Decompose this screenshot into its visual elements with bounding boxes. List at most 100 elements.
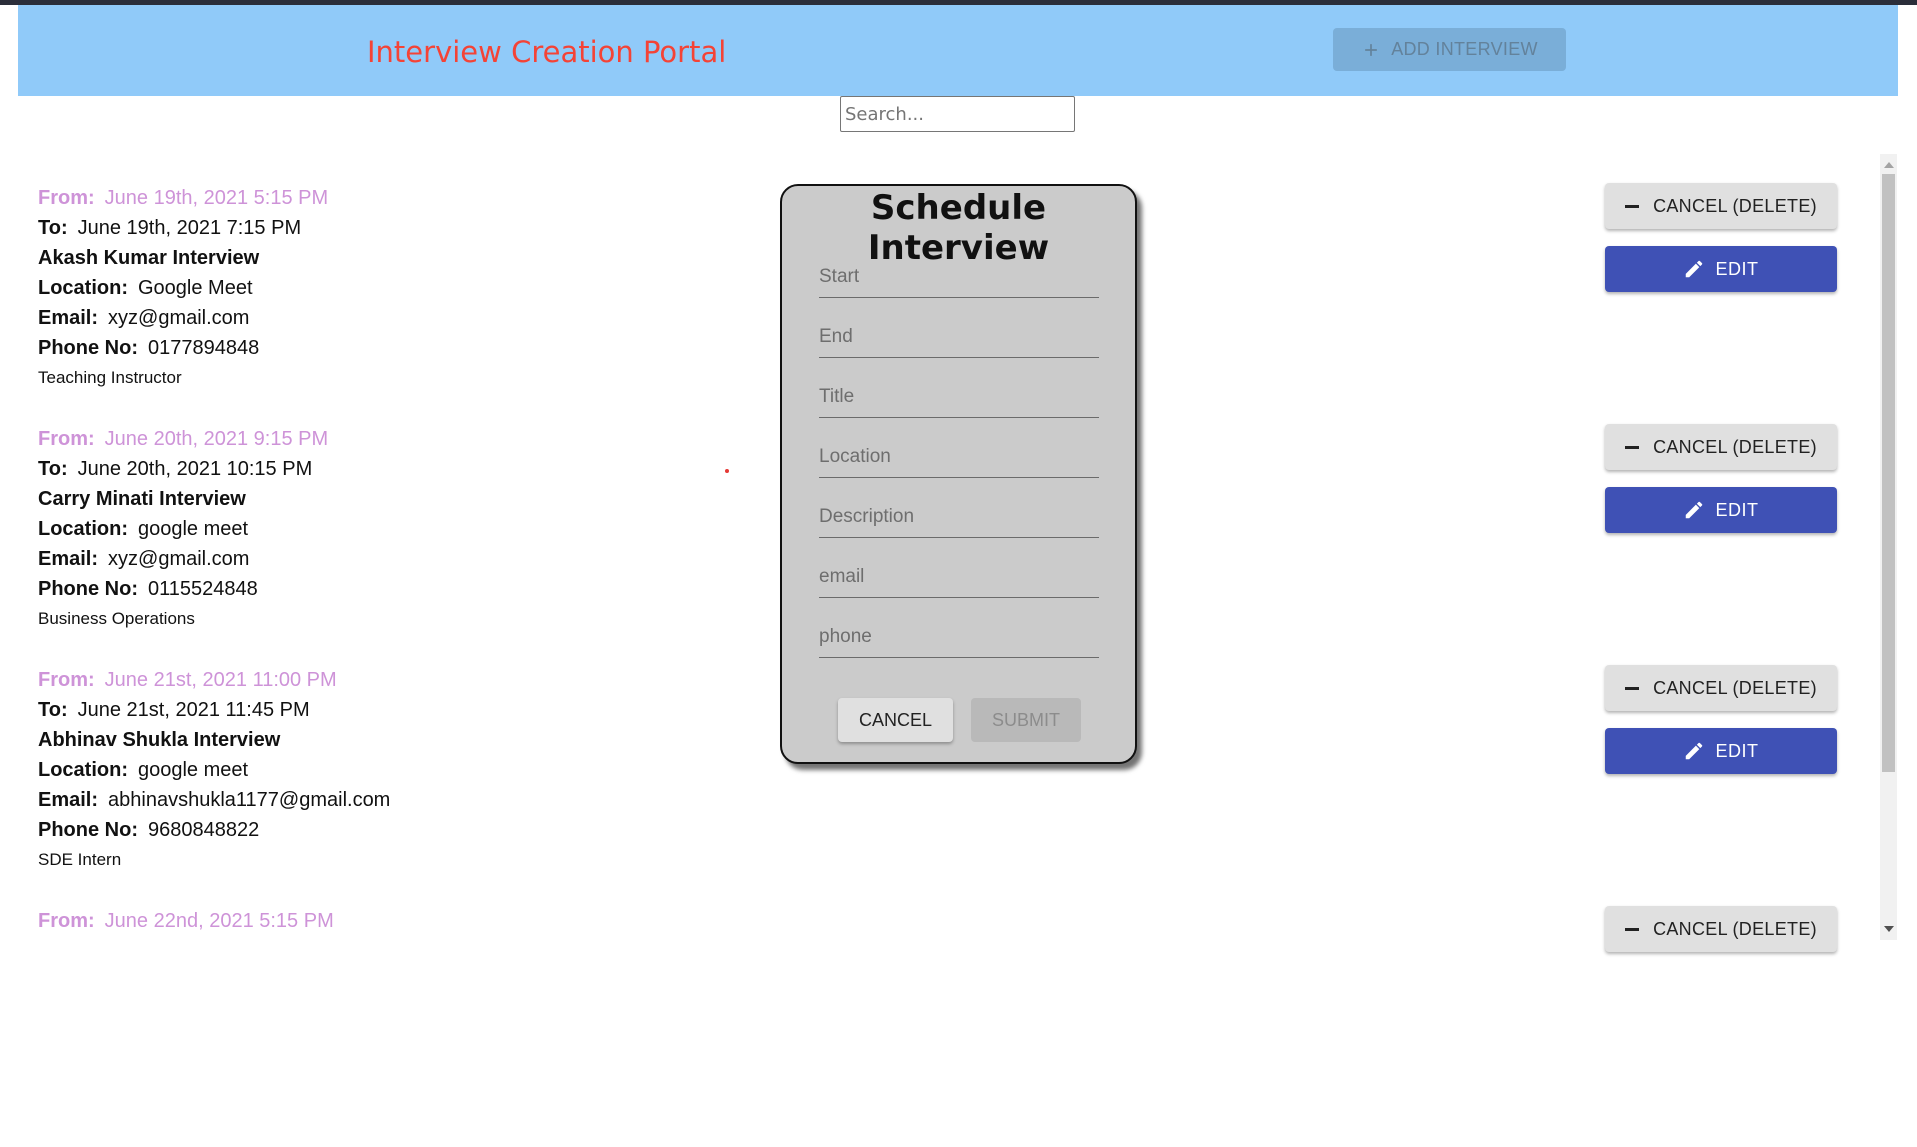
- end-placeholder: End: [819, 326, 853, 347]
- cancel-delete-button[interactable]: CANCEL (DELETE): [1605, 665, 1837, 711]
- interview-to: To: June 19th, 2021 7:15 PM: [38, 213, 638, 243]
- cancel-delete-button[interactable]: CANCEL (DELETE): [1605, 906, 1837, 952]
- edit-label: EDIT: [1715, 499, 1759, 520]
- cancel-delete-label: CANCEL (DELETE): [1653, 677, 1817, 698]
- location-label: Location:: [38, 759, 128, 781]
- cancel-delete-button[interactable]: CANCEL (DELETE): [1605, 424, 1837, 470]
- interview-email: Email: xyz@gmail.com: [38, 303, 638, 333]
- scroll-down-arrow-icon[interactable]: [1884, 926, 1894, 932]
- edit-button[interactable]: EDIT: [1605, 487, 1837, 533]
- description-field[interactable]: Description: [819, 501, 1099, 538]
- to-label: To:: [38, 217, 68, 239]
- to-value: June 20th, 2021 10:15 PM: [77, 458, 313, 480]
- plus-icon: [1365, 43, 1378, 56]
- search-input[interactable]: [840, 96, 1075, 132]
- to-value: June 19th, 2021 7:15 PM: [77, 217, 302, 239]
- edit-button[interactable]: EDIT: [1605, 246, 1837, 292]
- interview-from: From: June 21st, 2021 11:00 PM: [38, 665, 638, 695]
- interview-location: Location: Google Meet: [38, 273, 638, 303]
- interview-from: From: June 20th, 2021 9:15 PM: [38, 424, 638, 454]
- cancel-delete-label: CANCEL (DELETE): [1653, 918, 1817, 939]
- to-label: To:: [38, 458, 68, 480]
- description-placeholder: Description: [819, 506, 915, 527]
- to-value: June 21st, 2021 11:45 PM: [77, 699, 310, 721]
- scrollbar-thumb[interactable]: [1882, 174, 1895, 772]
- email-label: Email:: [38, 789, 99, 811]
- add-interview-button[interactable]: ADD INTERVIEW: [1333, 28, 1566, 71]
- phone-value: 0115524848: [148, 578, 258, 600]
- phone-value: 9680848822: [148, 819, 260, 841]
- interview-to: To: June 21st, 2021 11:45 PM: [38, 695, 638, 725]
- scrollbar[interactable]: [1880, 154, 1897, 940]
- phone-label: Phone No:: [38, 819, 138, 841]
- email-label: Email:: [38, 307, 99, 329]
- phone-value: 0177894848: [148, 337, 260, 359]
- scroll-up-arrow-icon[interactable]: [1884, 162, 1894, 168]
- from-label: From:: [38, 669, 95, 691]
- pencil-icon: [1686, 501, 1703, 519]
- location-label: Location:: [38, 277, 128, 299]
- interview-card: From: June 22nd, 2021 5:15 PM: [38, 906, 638, 1147]
- title-placeholder: Title: [819, 386, 855, 407]
- title-field[interactable]: Title: [819, 381, 1099, 418]
- interview-description: SDE Intern: [38, 850, 122, 869]
- from-value: June 22nd, 2021 5:15 PM: [104, 910, 334, 932]
- phone-label: Phone No:: [38, 578, 138, 600]
- minus-icon: [1625, 927, 1640, 931]
- edit-button[interactable]: EDIT: [1605, 728, 1837, 774]
- email-value: xyz@gmail.com: [108, 548, 250, 570]
- end-field[interactable]: End: [819, 321, 1099, 358]
- email-value: xyz@gmail.com: [108, 307, 250, 329]
- interview-description: Business Operations: [38, 609, 195, 628]
- location-value: google meet: [138, 518, 249, 540]
- edit-label: EDIT: [1715, 258, 1759, 279]
- pencil-icon: [1686, 742, 1703, 760]
- modal-cancel-button[interactable]: CANCEL: [838, 698, 953, 742]
- interview-title: Abhinav Shukla Interview: [38, 729, 281, 751]
- phone-placeholder: phone: [819, 626, 872, 647]
- interview-email: Email: xyz@gmail.com: [38, 544, 638, 574]
- location-field[interactable]: Location: [819, 441, 1099, 478]
- email-label: Email:: [38, 548, 99, 570]
- pencil-icon: [1686, 260, 1703, 278]
- start-field[interactable]: Start: [819, 261, 1099, 298]
- start-placeholder: Start: [819, 266, 860, 287]
- phone-label: Phone No:: [38, 337, 138, 359]
- interview-phone: Phone No: 9680848822: [38, 815, 638, 845]
- location-value: google meet: [138, 759, 249, 781]
- minus-icon: [1625, 445, 1640, 449]
- interview-description: Teaching Instructor: [38, 368, 182, 387]
- location-value: Google Meet: [138, 277, 253, 299]
- email-field[interactable]: email: [819, 561, 1099, 598]
- minus-icon: [1625, 686, 1640, 690]
- interview-location: Location: google meet: [38, 514, 638, 544]
- interview-from: From: June 19th, 2021 5:15 PM: [38, 183, 638, 213]
- cancel-delete-label: CANCEL (DELETE): [1653, 436, 1817, 457]
- from-label: From:: [38, 187, 95, 209]
- email-placeholder: email: [819, 566, 865, 587]
- to-label: To:: [38, 699, 68, 721]
- interview-title: Carry Minati Interview: [38, 488, 246, 510]
- phone-field[interactable]: phone: [819, 621, 1099, 658]
- location-placeholder: Location: [819, 446, 891, 467]
- interview-email: Email: abhinavshukla1177@gmail.com: [38, 785, 638, 815]
- cancel-delete-button[interactable]: CANCEL (DELETE): [1605, 183, 1837, 229]
- interview-phone: Phone No: 0115524848: [38, 574, 638, 604]
- edit-label: EDIT: [1715, 740, 1759, 761]
- from-value: June 20th, 2021 9:15 PM: [104, 428, 329, 450]
- minus-icon: [1625, 204, 1640, 208]
- from-label: From:: [38, 428, 95, 450]
- schedule-interview-modal: Schedule Interview Start End Title Locat…: [780, 184, 1137, 764]
- interview-phone: Phone No: 0177894848: [38, 333, 638, 363]
- interview-card: From: June 19th, 2021 5:15 PM To: June 19t…: [38, 183, 638, 424]
- email-value: abhinavshukla1177@gmail.com: [108, 789, 391, 811]
- interview-from: From: June 22nd, 2021 5:15 PM: [38, 906, 638, 936]
- modal-title: Schedule Interview: [867, 188, 1050, 268]
- interview-card: From: June 20th, 2021 9:15 PM To: June 20t…: [38, 424, 638, 665]
- location-label: Location:: [38, 518, 128, 540]
- modal-submit-button[interactable]: SUBMIT: [971, 698, 1081, 742]
- from-value: June 19th, 2021 5:15 PM: [104, 187, 329, 209]
- stray-dot: [725, 469, 729, 473]
- add-interview-label: ADD INTERVIEW: [1391, 39, 1538, 59]
- interview-title: Akash Kumar Interview: [38, 247, 260, 269]
